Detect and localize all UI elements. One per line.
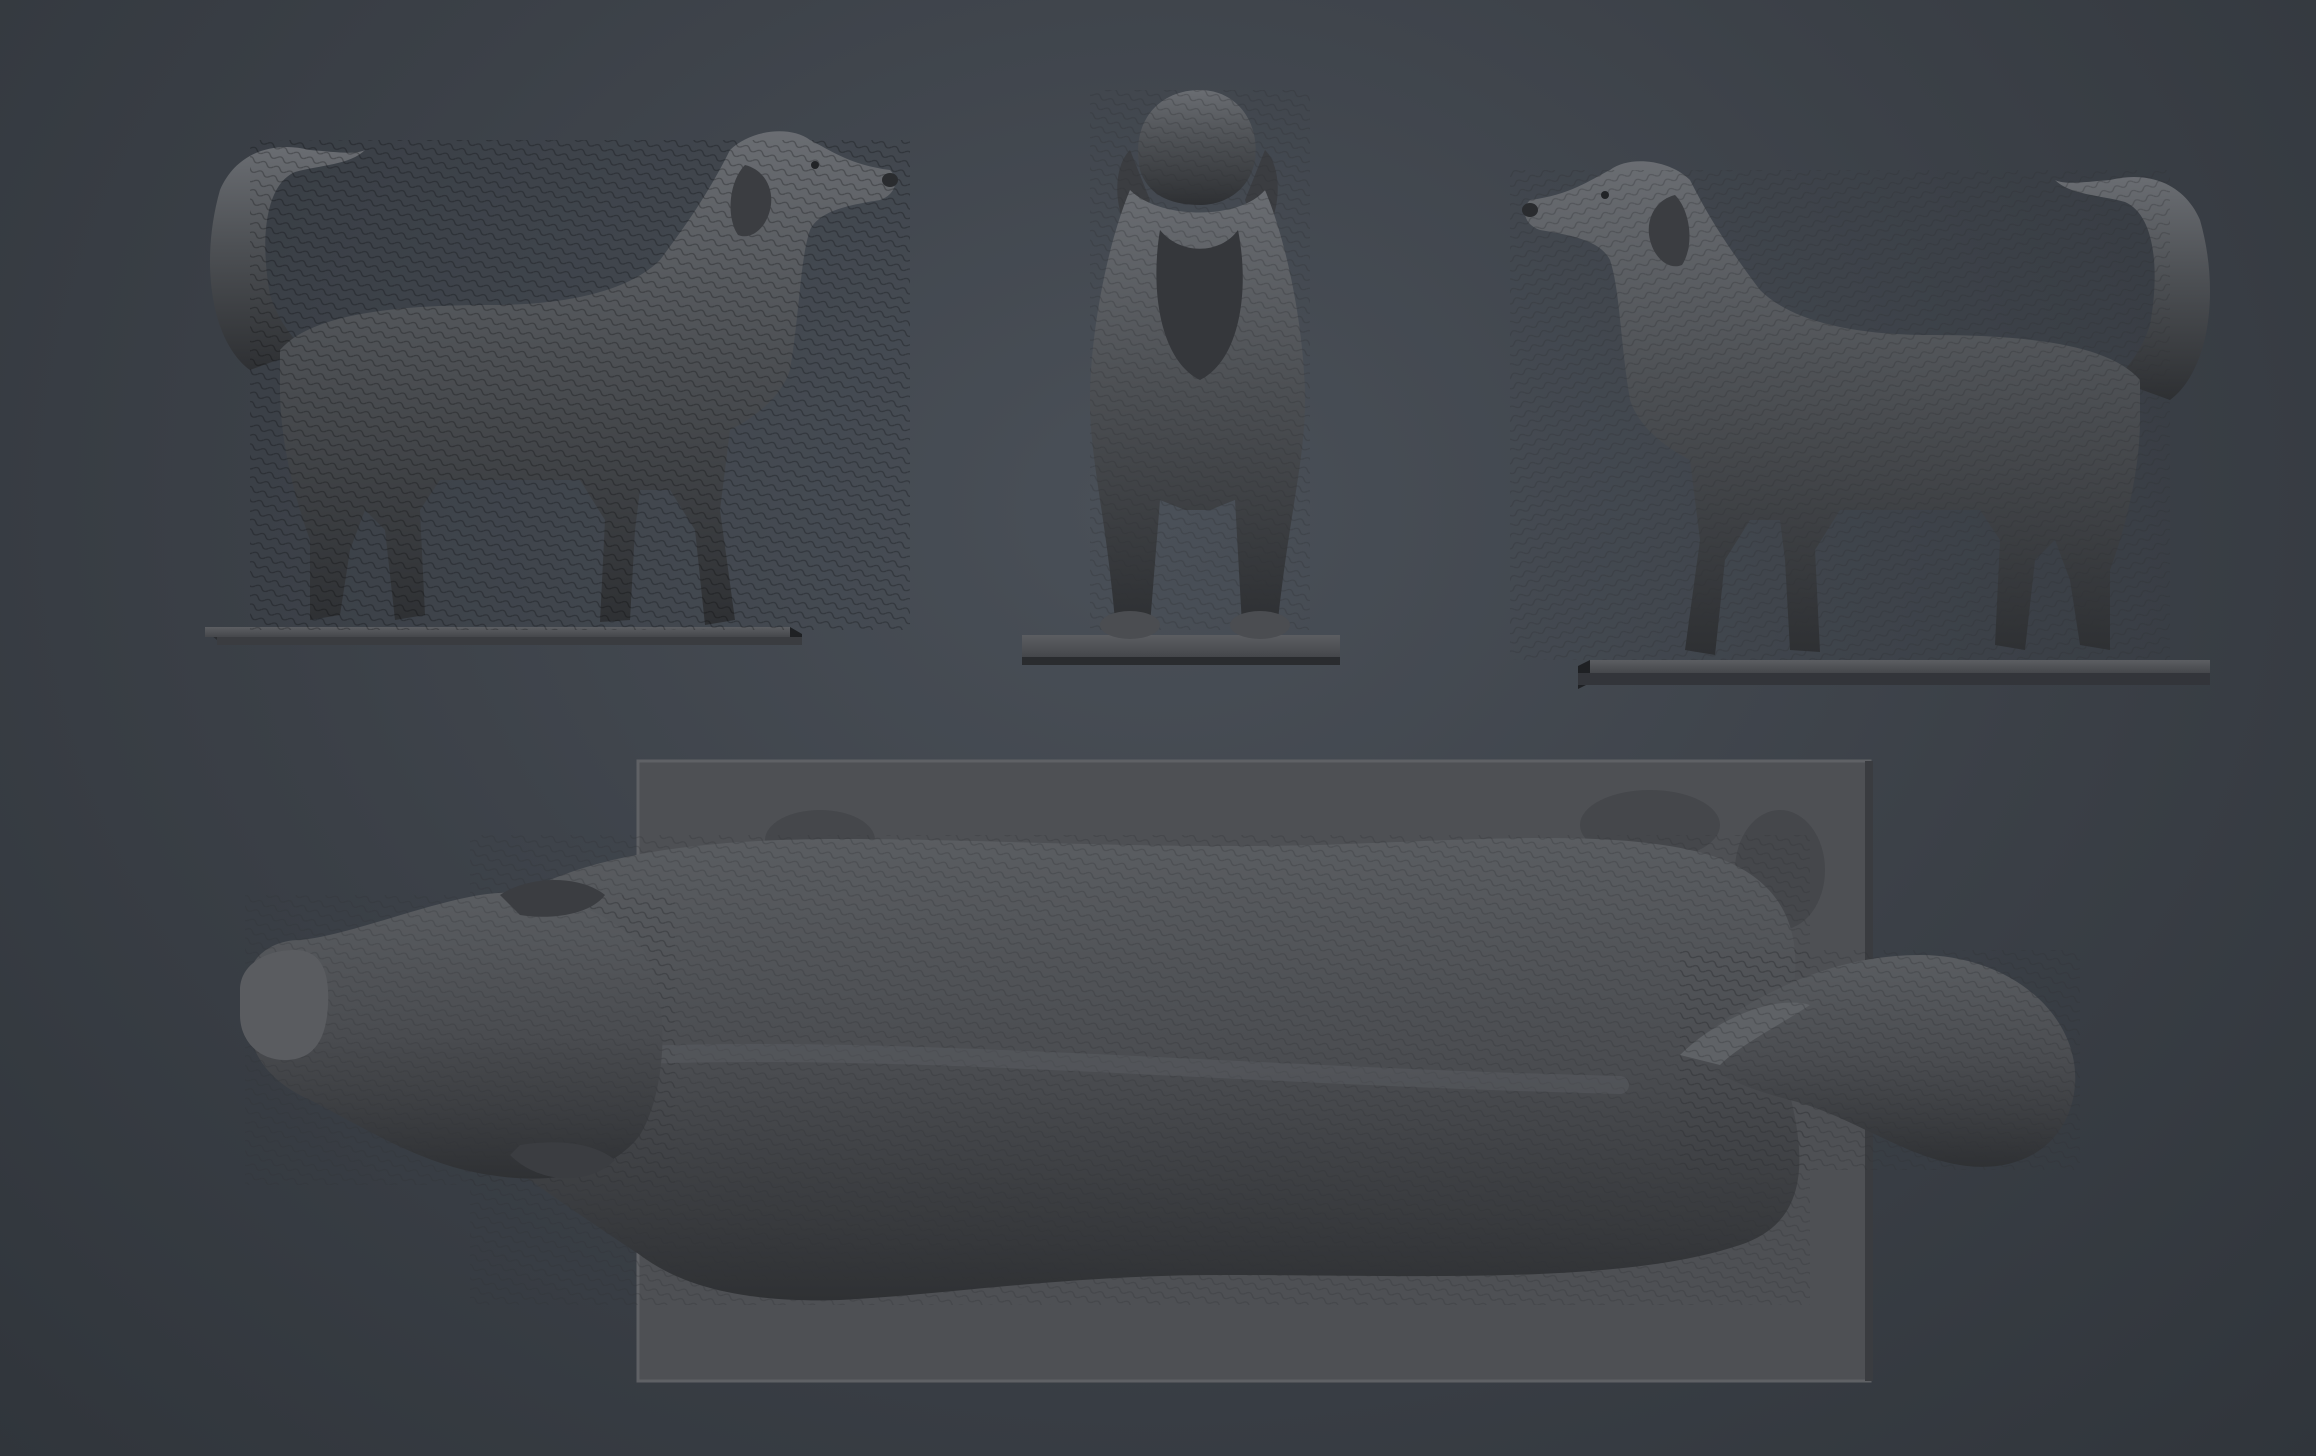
base-plate: [1578, 660, 2210, 689]
dog-side-left-figure: [1510, 161, 2210, 689]
dog-body: [240, 790, 2080, 1305]
front-view: [1010, 80, 1370, 680]
top-view: [220, 755, 2100, 1395]
dog-body: [1510, 161, 2210, 660]
dog-front-figure: [1022, 90, 1340, 665]
side-right-view: [190, 110, 950, 670]
dog-top-figure: [240, 759, 2080, 1383]
dog-side-right-figure: [205, 131, 910, 645]
side-left-view: [1460, 120, 2230, 700]
base-plate: [1022, 635, 1340, 665]
dog-body: [1090, 90, 1310, 639]
viewport-canvas[interactable]: [0, 0, 2316, 1456]
dog-body: [210, 131, 910, 630]
